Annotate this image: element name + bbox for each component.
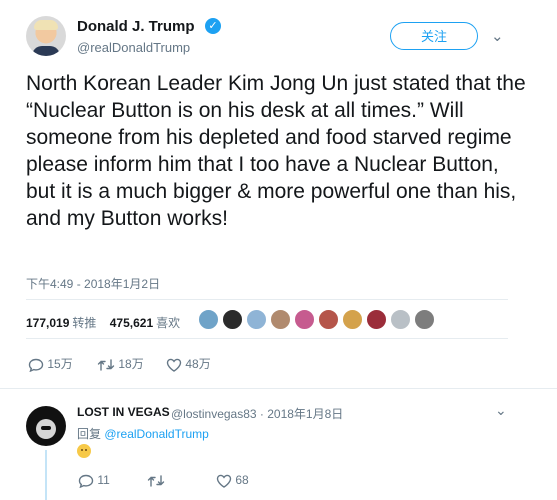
divider — [0, 388, 557, 389]
reply-like-action[interactable]: 68 — [216, 473, 249, 488]
tweet-timestamp[interactable]: 下午4:49 - 2018年1月2日 — [26, 275, 160, 292]
reply-icon — [28, 358, 44, 373]
reply-author-name[interactable]: LOST IN VEGAS — [77, 405, 170, 419]
retweet-icon — [97, 359, 115, 371]
retweets-label[interactable]: 转推 — [72, 316, 96, 330]
divider — [26, 299, 508, 300]
reply-more-chevron-icon[interactable]: ⌄ — [495, 402, 507, 419]
tweet-text: North Korean Leader Kim Jong Un just sta… — [26, 72, 526, 230]
liker-avatar[interactable] — [198, 309, 219, 330]
emoji-icon — [77, 444, 91, 458]
liker-avatar[interactable] — [222, 309, 243, 330]
liker-avatar[interactable] — [342, 309, 363, 330]
more-options-chevron-icon[interactable]: ⌄ — [491, 27, 504, 45]
author-display-name[interactable]: Donald J. Trump — [77, 18, 195, 35]
like-count: 48万 — [185, 357, 211, 371]
liker-avatar[interactable] — [414, 309, 435, 330]
liker-avatar[interactable] — [318, 309, 339, 330]
liker-avatar[interactable] — [294, 309, 315, 330]
retweet-action[interactable]: 18万 — [97, 355, 144, 372]
tweet-stats: 177,019 转推 475,621 喜欢 — [26, 314, 190, 331]
retweet-icon — [147, 475, 165, 487]
follow-button[interactable]: 关注 — [390, 22, 478, 50]
author-avatar[interactable] — [26, 16, 66, 56]
reply-reply-count: 11 — [97, 473, 110, 487]
heart-icon — [166, 358, 182, 372]
reply-retweet-action[interactable] — [147, 473, 165, 488]
retweets-count[interactable]: 177,019 — [26, 316, 69, 330]
divider — [26, 338, 508, 339]
reply-count: 15万 — [47, 357, 73, 371]
liker-avatar[interactable] — [246, 309, 267, 330]
reply-icon — [78, 474, 94, 489]
heart-icon — [216, 474, 232, 488]
reply-like-count: 68 — [235, 473, 249, 487]
reply-action[interactable]: 15万 — [28, 355, 73, 373]
reply-author-handle-time[interactable]: @lostinvegas83 · 2018年1月8日 — [171, 405, 343, 422]
verified-badge-icon: ✓ — [205, 18, 221, 34]
retweet-count: 18万 — [118, 357, 144, 371]
reply-author-avatar[interactable] — [26, 406, 66, 446]
reply-prefix: 回复 — [77, 427, 102, 441]
like-action[interactable]: 48万 — [166, 355, 211, 372]
author-handle[interactable]: @realDonaldTrump — [77, 40, 190, 55]
likes-count[interactable]: 475,621 — [110, 316, 153, 330]
liker-avatar[interactable] — [270, 309, 291, 330]
reply-reply-action[interactable]: 11 — [78, 473, 110, 489]
thread-line — [45, 450, 47, 500]
liker-avatar[interactable] — [390, 309, 411, 330]
liker-avatar[interactable] — [366, 309, 387, 330]
likes-label[interactable]: 喜欢 — [156, 316, 180, 330]
reply-to-link[interactable]: @realDonaldTrump — [104, 427, 208, 441]
replying-to: 回复 @realDonaldTrump — [77, 425, 209, 442]
